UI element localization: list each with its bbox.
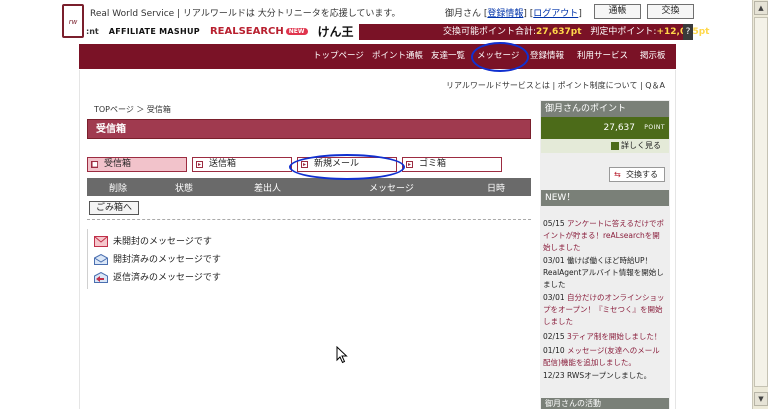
news-item: 01/10 メッセージ(友達へのメール配信)機能を追加しました。 bbox=[543, 346, 660, 367]
divider bbox=[87, 219, 531, 220]
highlight-circle-messages bbox=[471, 42, 529, 72]
mouse-cursor-icon bbox=[336, 346, 348, 364]
nav-item-services[interactable]: 利用サービス bbox=[577, 44, 628, 69]
exchangeable-points: 27,637pt bbox=[536, 27, 582, 37]
site-logo[interactable]: rw bbox=[62, 4, 84, 38]
highlight-circle-new-mail bbox=[289, 154, 405, 180]
vertical-scrollbar[interactable]: ▲ ▼ bbox=[752, 0, 768, 409]
news-item: 02/15 3ティア制を開始しました！ bbox=[543, 332, 662, 341]
points-unit: POINT bbox=[644, 124, 665, 131]
register-info-link[interactable]: 登録情報 bbox=[487, 9, 523, 19]
points-panel: 27,637 POINT bbox=[541, 117, 669, 139]
arrow-right-icon: ▸ bbox=[196, 161, 203, 168]
tab-trash[interactable]: ▸ ゴミ箱 bbox=[402, 157, 502, 172]
sub-navbar: リアルワールドサービスとは | ポイント制度について | Q＆A bbox=[79, 70, 676, 100]
scroll-down-arrow-icon[interactable]: ▼ bbox=[754, 392, 768, 406]
box-icon: ■ bbox=[91, 161, 98, 168]
partner-affiliate-logo[interactable]: AFFILIATE MASHUP bbox=[109, 27, 200, 36]
message-status-legend: 未開封のメッセージです 開封済みのメッセージです 返信済みのメッセージです bbox=[87, 229, 221, 289]
nav-item-friends[interactable]: 友達一覧 bbox=[431, 44, 465, 69]
legend-read: 開封済みのメッセージです bbox=[94, 253, 221, 269]
partner-mt-logo[interactable]: :nt bbox=[86, 27, 99, 36]
new-badge: NEW bbox=[285, 27, 308, 35]
news-item: 03/01 働けば働くほど時給UP！RealAgentアルバイト情報を開始しまし… bbox=[543, 256, 664, 289]
partner-logos: :nt AFFILIATE MASHUP REALSEARCH NEW けん王 bbox=[86, 23, 354, 40]
news-title: NEW！ bbox=[541, 190, 669, 206]
logout-link[interactable]: ログアウト bbox=[533, 9, 578, 19]
help-icon[interactable]: ? bbox=[683, 24, 693, 40]
exchange-button[interactable]: ⇆ 交換する bbox=[609, 167, 665, 182]
column-status: 状態 bbox=[175, 184, 194, 194]
tab-inbox[interactable]: ■ 受信箱 bbox=[87, 157, 187, 172]
points-value: 27,637 bbox=[603, 123, 636, 133]
arrow-right-icon: ▸ bbox=[406, 161, 413, 168]
message-table-header: 削除 状態 差出人 メッセージ 日時 bbox=[87, 178, 531, 196]
main-navbar: トップページ ポイント通帳 友達一覧 メッセージ 登録情報 利用サービス 掲示板 bbox=[79, 44, 676, 69]
unread-envelope-icon bbox=[94, 236, 108, 247]
breadcrumb[interactable]: TOPページ ＞ 受信箱 bbox=[94, 104, 171, 115]
points-summary-bar: 交換可能ポイント合計:27,637pt 判定中ポイント:+12,075pt bbox=[359, 24, 709, 40]
partner-ken-logo[interactable]: けん王 bbox=[318, 23, 354, 40]
column-message: メッセージ bbox=[369, 184, 414, 194]
scroll-up-arrow-icon[interactable]: ▲ bbox=[754, 1, 768, 15]
nav-item-passbook[interactable]: ポイント通帳 bbox=[372, 44, 423, 69]
user-name: 御月さん bbox=[445, 9, 482, 19]
scrollbar-thumb[interactable] bbox=[754, 17, 768, 387]
sub-nav-links[interactable]: リアルワールドサービスとは | ポイント制度について | Q＆A bbox=[446, 80, 665, 91]
tab-outbox[interactable]: ▸ 送信箱 bbox=[192, 157, 292, 172]
news-item: 12/23 RWSオープンしました。 bbox=[543, 371, 652, 380]
exchange-arrows-icon: ⇆ bbox=[614, 170, 621, 179]
details-link[interactable]: 詳しく見る bbox=[621, 139, 661, 153]
column-delete: 削除 bbox=[109, 184, 128, 194]
column-datetime: 日時 bbox=[487, 184, 506, 194]
user-info: 御月さん [登録情報] [ログアウト] bbox=[445, 9, 582, 19]
partner-realsearch-logo[interactable]: REALSEARCH NEW bbox=[210, 26, 308, 37]
news-item: 05/15 アンケートに答えるだけでポイントが貯まる！reALsearchを開始… bbox=[543, 219, 664, 252]
replied-envelope-icon bbox=[94, 272, 108, 283]
points-panel-title: 御月さんのポイント bbox=[541, 101, 669, 117]
site-tagline: Real World Service | リアルワールドは 大分トリニータを応援… bbox=[90, 9, 401, 19]
points-detail-row: 詳しく見る bbox=[541, 139, 669, 153]
legend-unread: 未開封のメッセージです bbox=[94, 235, 212, 251]
page-title: 受信箱 bbox=[87, 119, 531, 139]
activity-panel-title: 御月さんの活動 bbox=[541, 398, 669, 409]
column-sender: 差出人 bbox=[254, 184, 282, 194]
nav-item-top[interactable]: トップページ bbox=[313, 44, 364, 69]
arrow-icon bbox=[611, 142, 619, 150]
nav-item-register-info[interactable]: 登録情報 bbox=[530, 44, 564, 69]
nav-item-bbs[interactable]: 掲示板 bbox=[640, 44, 666, 69]
move-to-trash-button[interactable]: ごみ箱へ bbox=[89, 201, 139, 215]
legend-replied: 返信済みのメッセージです bbox=[94, 271, 221, 287]
read-envelope-icon bbox=[94, 254, 108, 265]
news-item: 03/01 自分だけのオンラインショップをオープン！『ミセつく』を開始しました bbox=[543, 293, 665, 326]
passbook-button[interactable]: 通帳 bbox=[594, 4, 641, 19]
exchange-top-button[interactable]: 交換 bbox=[647, 4, 694, 19]
